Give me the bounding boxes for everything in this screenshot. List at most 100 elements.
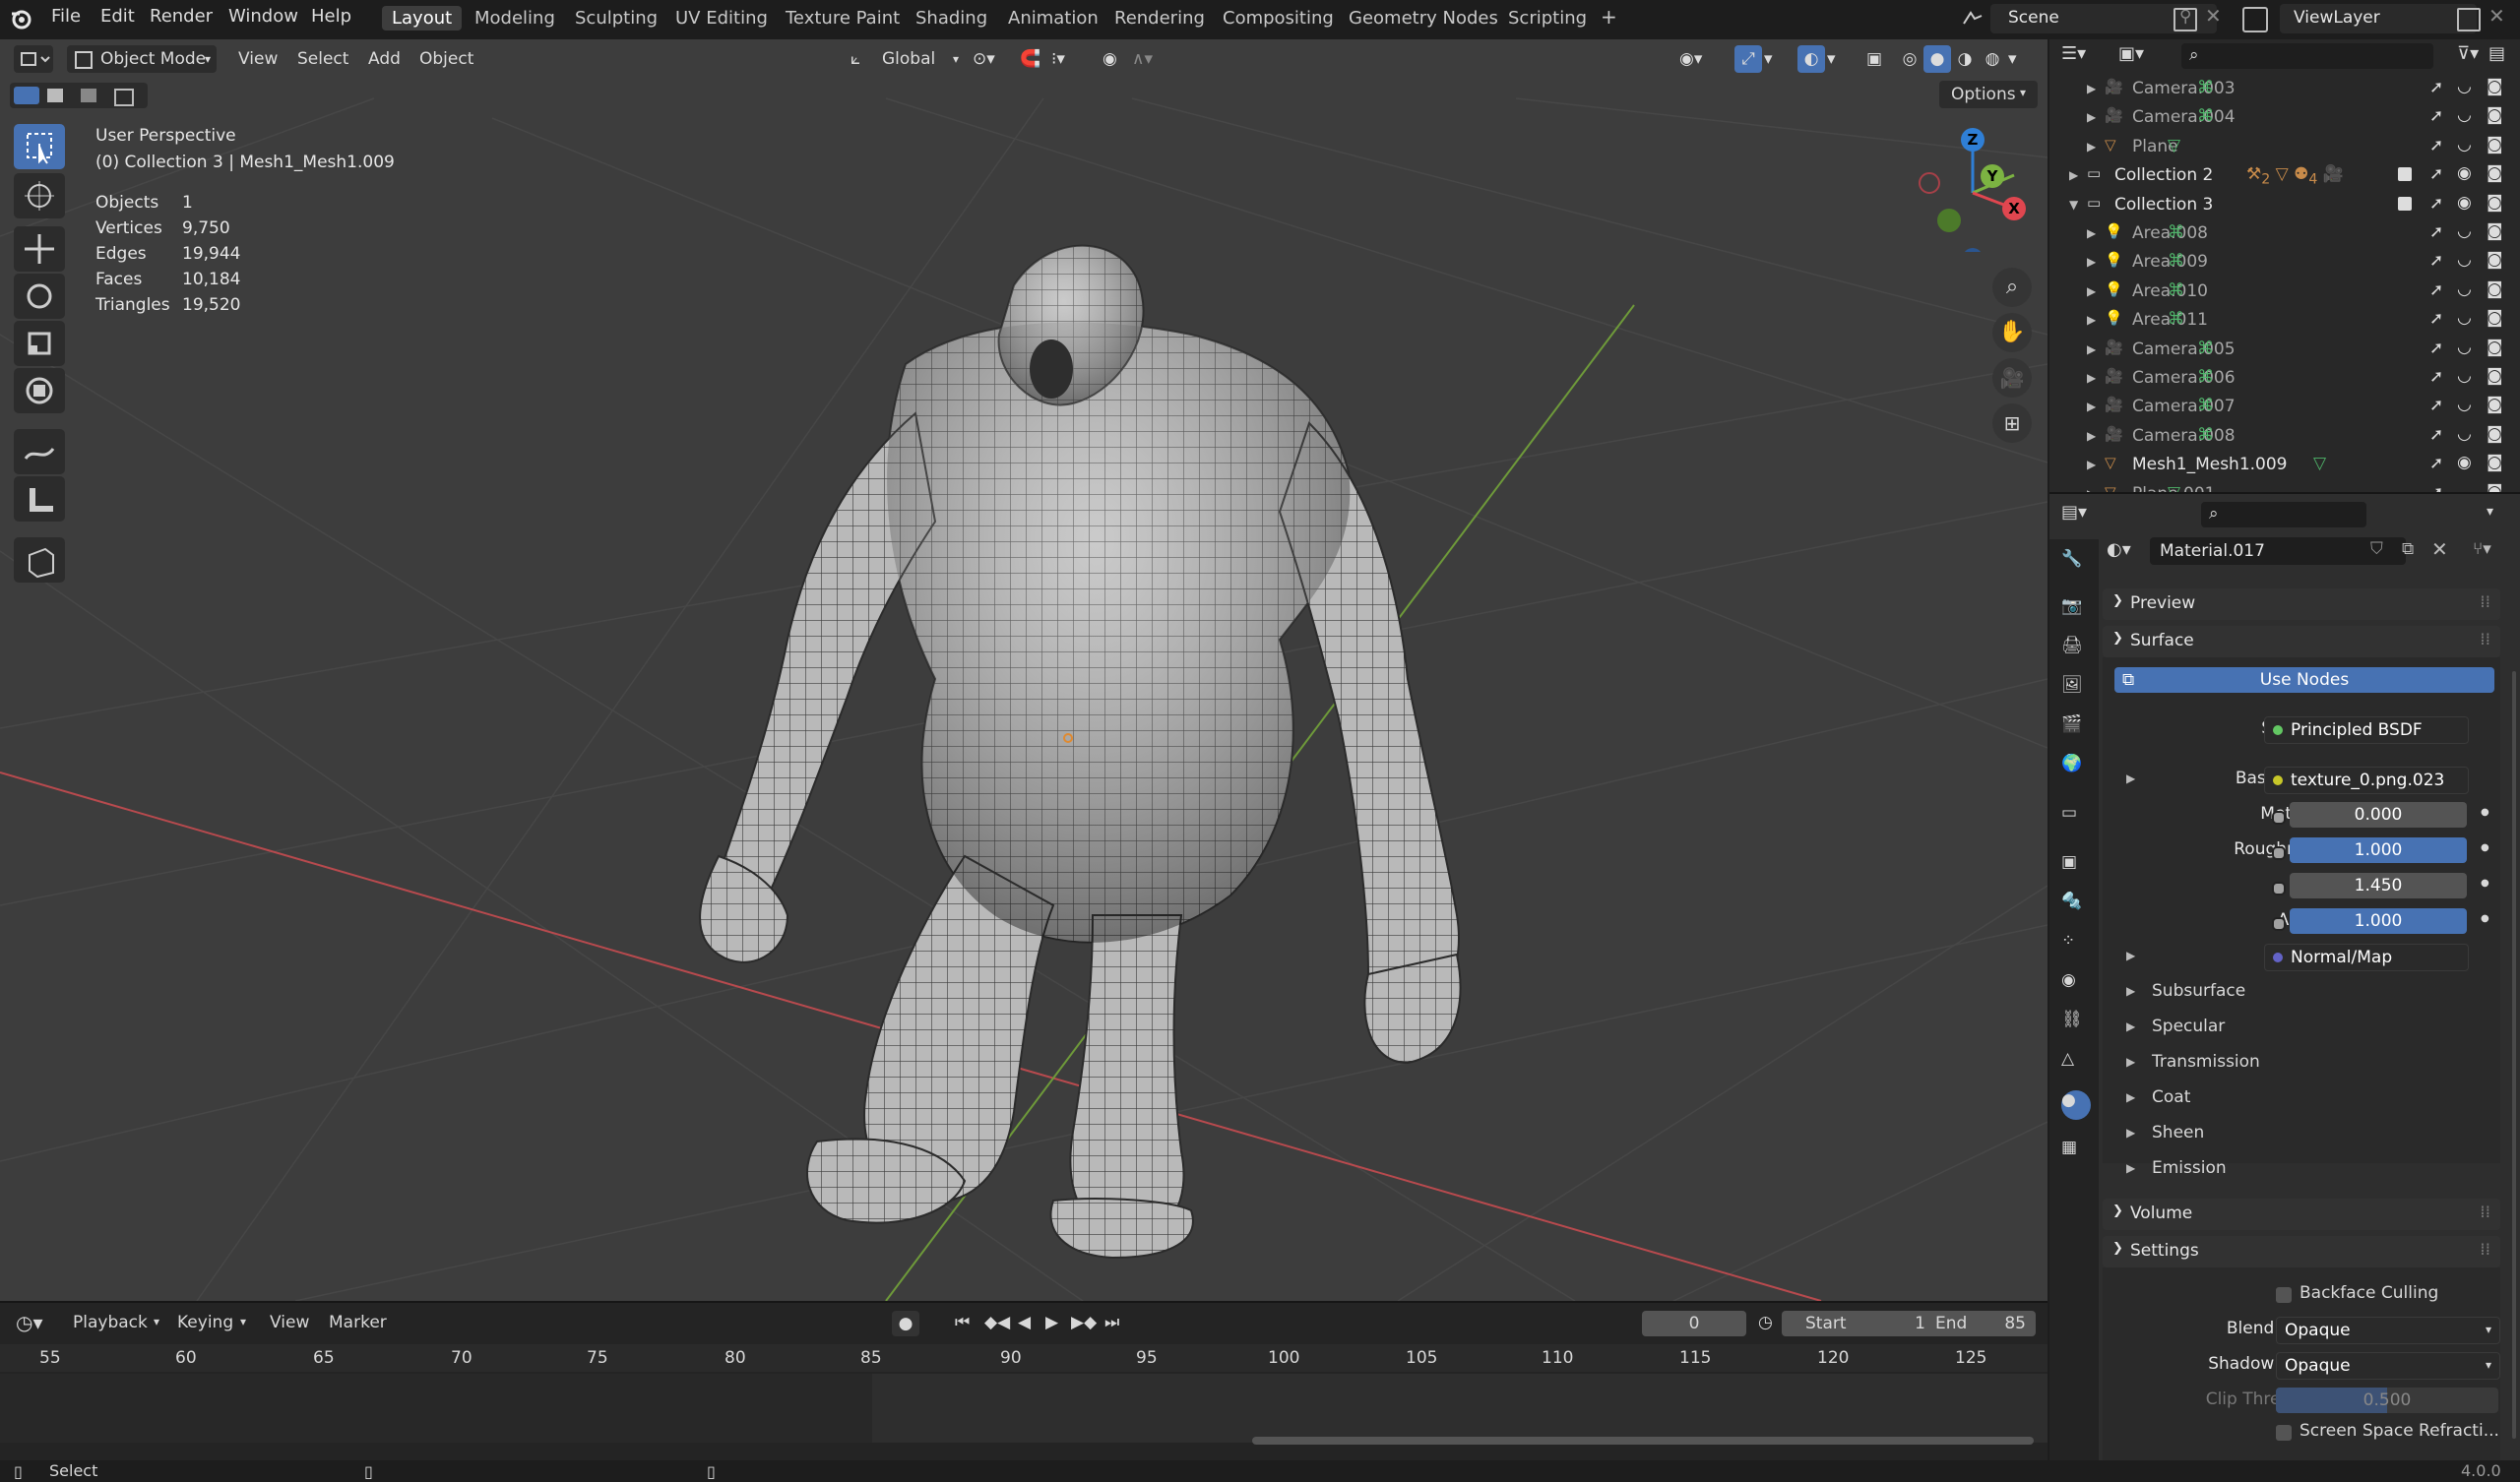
object-data-icon[interactable]: ⌘ xyxy=(2197,425,2214,445)
mesh-object[interactable] xyxy=(679,226,1545,1260)
selectable-toggle-icon[interactable]: ➚ xyxy=(2429,136,2443,155)
select-extend-icon[interactable] xyxy=(47,89,63,102)
outliner-object-row[interactable]: ▶ 🎥 Camera.007 ⌘ ➚ ◡ ◙ xyxy=(2049,393,2520,420)
tab-collection-icon[interactable]: ▭ xyxy=(2061,803,2091,833)
outliner-object-row[interactable]: ▶ 🎥 Camera.003 ⌘ ➚ ◡ ◙ xyxy=(2049,75,2520,102)
select-new-icon[interactable] xyxy=(14,87,39,104)
options-button[interactable]: Options ▾ xyxy=(1939,81,2038,108)
filter-icon[interactable]: ⊽▾ xyxy=(2457,43,2479,64)
gizmo-z-axis[interactable]: Z xyxy=(1961,128,1984,152)
zoom-icon[interactable]: ⌕ xyxy=(1992,268,2032,307)
expand-icon[interactable]: ▶ xyxy=(2087,110,2096,124)
expand-icon[interactable]: ▶ xyxy=(2087,255,2096,269)
gizmo-toggle-icon[interactable]: ⤢ xyxy=(1734,45,1762,73)
tab-modeling[interactable]: Modeling xyxy=(465,6,565,31)
jump-start-icon[interactable]: ⏮ xyxy=(955,1313,970,1332)
frame-ruler[interactable] xyxy=(0,1344,2048,1372)
gizmo-dropdown-icon[interactable]: ▾ xyxy=(1764,45,1782,73)
selectable-toggle-icon[interactable]: ➚ xyxy=(2429,78,2443,97)
menu-marker[interactable]: Marker xyxy=(329,1313,387,1332)
eye-closed-icon[interactable]: ◡ xyxy=(2457,395,2472,414)
expand-icon[interactable]: ▶ xyxy=(2087,371,2096,385)
emission-expand-icon[interactable]: ▶ xyxy=(2126,1161,2135,1175)
cursor-tool[interactable] xyxy=(14,173,65,218)
use-nodes-button[interactable]: ⧉ Use Nodes xyxy=(2114,667,2494,693)
selectable-toggle-icon[interactable]: ➚ xyxy=(2429,339,2443,358)
timeline-editor[interactable]: ◷▾ Playback ▾ Keying ▾ View Marker ● ⏮ ◆… xyxy=(0,1301,2048,1462)
selectable-toggle-icon[interactable]: ➚ xyxy=(2429,367,2443,387)
tab-shading[interactable]: Shading xyxy=(906,6,997,31)
gizmo-x-axis[interactable]: X xyxy=(2002,197,2026,220)
tab-texture-paint[interactable]: Texture Paint xyxy=(776,6,910,31)
display-mode-icon[interactable]: ▣▾ xyxy=(2118,43,2144,64)
transform-tool[interactable] xyxy=(14,368,65,413)
browse-nodes-icon[interactable]: ⑂▾ xyxy=(2473,539,2491,559)
view-layer-selector[interactable]: ViewLayer xyxy=(2280,4,2477,33)
keyframe-dot-icon[interactable]: ● xyxy=(2481,913,2489,924)
play-icon[interactable]: ▶ xyxy=(1045,1313,1058,1332)
gizmo-y-axis[interactable]: Y xyxy=(1981,164,2004,188)
metallic-field[interactable]: 0.000 xyxy=(2290,802,2467,828)
duplicate-material-icon[interactable]: ⧉ xyxy=(2402,539,2414,559)
subpanel-emission[interactable]: Emission xyxy=(2152,1158,2227,1178)
select-subtract-icon[interactable] xyxy=(81,89,96,102)
render-toggle-icon[interactable]: ◙ xyxy=(2487,193,2503,213)
outliner-search-input[interactable]: ⌕ xyxy=(2181,43,2433,69)
tab-texture-icon[interactable]: ▦ xyxy=(2061,1138,2091,1167)
tab-constraints-icon[interactable]: ⛓ xyxy=(2061,1010,2091,1039)
outliner-object-row[interactable]: ▶ 🎥 Camera.004 ⌘ ➚ ◡ ◙ xyxy=(2049,103,2520,131)
selectable-toggle-icon[interactable]: ➚ xyxy=(2429,309,2443,329)
clip-threshold-field[interactable]: 0.500 xyxy=(2276,1388,2498,1413)
tab-physics-icon[interactable]: ◉ xyxy=(2061,970,2091,1000)
scene-icon[interactable] xyxy=(1961,8,1984,30)
rotate-tool[interactable] xyxy=(14,274,65,319)
tab-object-icon[interactable]: ▣ xyxy=(2061,852,2091,882)
tab-tool-icon[interactable]: 🔧 xyxy=(2061,549,2091,579)
menu-object[interactable]: Object xyxy=(419,45,473,73)
current-frame-field[interactable]: 0 xyxy=(1642,1311,1746,1336)
select-mode-buttons[interactable] xyxy=(10,83,148,108)
tab-output-icon[interactable]: 🖨 xyxy=(2061,636,2091,665)
tab-animation[interactable]: Animation xyxy=(998,6,1108,31)
shading-wireframe-icon[interactable]: ◎ xyxy=(1896,45,1923,73)
drag-handle-icon[interactable]: ⁞⁞ xyxy=(2480,1240,2490,1260)
sheen-expand-icon[interactable]: ▶ xyxy=(2126,1126,2135,1140)
menu-keying[interactable]: Keying xyxy=(177,1313,233,1332)
shading-dropdown-icon[interactable]: ▾ xyxy=(2008,45,2026,73)
properties-options-icon[interactable]: ▾ xyxy=(2487,504,2493,520)
object-data-icon[interactable]: ⌘ xyxy=(2197,106,2214,126)
subsurface-expand-icon[interactable]: ▶ xyxy=(2126,984,2135,998)
subpanel-sheen[interactable]: Sheen xyxy=(2152,1123,2204,1142)
close-scene-icon[interactable]: ✕ xyxy=(2205,4,2222,28)
mode-selector[interactable]: Object Mode ▾ xyxy=(67,45,217,73)
eye-closed-icon[interactable]: ◡ xyxy=(2457,105,2472,125)
selectable-toggle-icon[interactable]: ➚ xyxy=(2429,425,2443,445)
annotate-tool[interactable] xyxy=(14,429,65,474)
expand-icon[interactable]: ▶ xyxy=(2087,458,2096,471)
shield-icon[interactable]: ⛉ xyxy=(2370,539,2383,559)
object-data-icon[interactable]: ⌘ xyxy=(2168,280,2184,300)
expand-icon[interactable]: ▶ xyxy=(2087,140,2096,154)
proportional-edit-icon[interactable]: ◉ xyxy=(1102,45,1130,73)
base-color-expand-icon[interactable]: ▶ xyxy=(2126,772,2135,785)
render-toggle-icon[interactable]: ◙ xyxy=(2487,338,2503,357)
shadow-mode-select[interactable]: Opaque ▾ xyxy=(2276,1352,2500,1380)
tab-world-icon[interactable]: 🌍 xyxy=(2061,754,2091,783)
measure-tool[interactable] xyxy=(14,476,65,522)
backface-culling-checkbox[interactable] xyxy=(2276,1287,2292,1303)
subpanel-transmission[interactable]: Transmission xyxy=(2152,1052,2260,1072)
tab-layout[interactable]: Layout xyxy=(382,6,463,31)
selectable-toggle-icon[interactable]: ➚ xyxy=(2429,164,2443,184)
expand-icon[interactable]: ▶ xyxy=(2087,342,2096,356)
tab-view-layer-icon[interactable]: 🖼 xyxy=(2061,675,2091,705)
add-workspace-button[interactable]: + xyxy=(1591,3,1627,31)
tab-data-icon[interactable]: △ xyxy=(2061,1049,2091,1079)
pivot-point-icon[interactable]: ⊙▾ xyxy=(973,45,1012,73)
next-keyframe-icon[interactable]: ▶◆ xyxy=(1071,1313,1097,1332)
timeline-scrollbar[interactable] xyxy=(1252,1437,2034,1445)
coat-expand-icon[interactable]: ▶ xyxy=(2126,1090,2135,1104)
eye-closed-icon[interactable]: ◡ xyxy=(2457,366,2472,386)
subpanel-specular[interactable]: Specular xyxy=(2152,1017,2225,1036)
falloff-icon[interactable]: ∧▾ xyxy=(1132,45,1171,73)
menu-window[interactable]: Window xyxy=(228,6,298,27)
